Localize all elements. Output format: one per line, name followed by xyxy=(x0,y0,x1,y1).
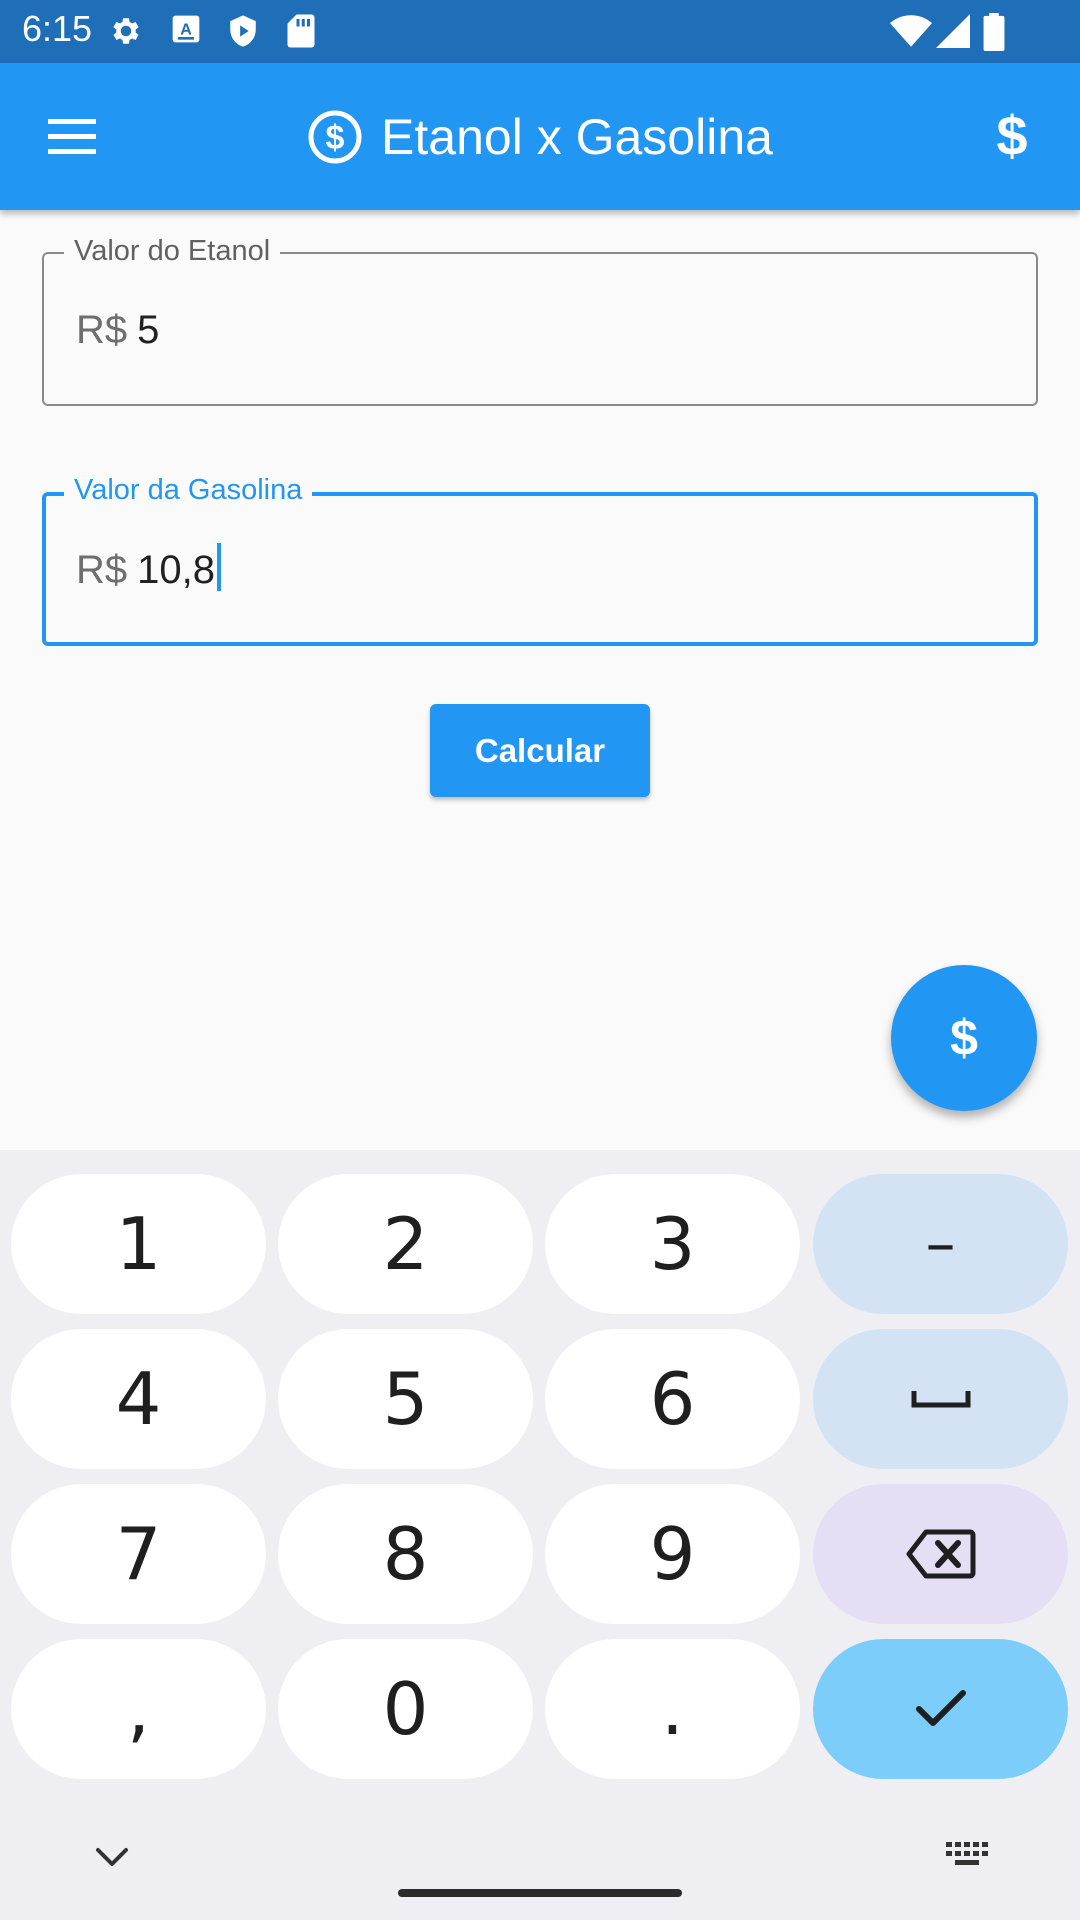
svg-text:$: $ xyxy=(326,119,345,157)
key-6[interactable]: 6 xyxy=(545,1329,800,1469)
key-comma[interactable]: , xyxy=(11,1639,266,1779)
key-0[interactable]: 0 xyxy=(278,1639,533,1779)
key-backspace[interactable] xyxy=(813,1484,1068,1624)
gasolina-label: Valor da Gasolina xyxy=(64,472,313,508)
wifi-icon xyxy=(890,15,932,47)
key-9[interactable]: 9 xyxy=(545,1484,800,1624)
key-5[interactable]: 5 xyxy=(278,1329,533,1469)
key-3[interactable]: 3 xyxy=(545,1174,800,1314)
gasolina-input[interactable]: R$ 10,8 xyxy=(76,542,221,598)
etanol-input[interactable]: R$ 5 xyxy=(76,302,159,358)
key-space[interactable] xyxy=(813,1329,1068,1469)
etanol-value: 5 xyxy=(137,308,160,352)
gasolina-value: 10,8 xyxy=(137,548,215,592)
key-done[interactable] xyxy=(813,1639,1068,1779)
home-indicator[interactable] xyxy=(398,1889,682,1897)
key-minus[interactable]: – xyxy=(813,1174,1068,1314)
dollar-action-button[interactable]: $ xyxy=(982,101,1042,171)
etanol-prefix: R$ xyxy=(76,308,128,352)
key-2[interactable]: 2 xyxy=(278,1174,533,1314)
key-1[interactable]: 1 xyxy=(11,1174,266,1314)
sd-card-icon xyxy=(287,14,315,48)
signal-icon xyxy=(936,14,970,48)
gasolina-field[interactable]: Valor da Gasolina R$ 10,8 xyxy=(42,472,1038,646)
key-7[interactable]: 7 xyxy=(11,1484,266,1624)
chevron-down-icon[interactable] xyxy=(92,1842,132,1872)
gear-icon xyxy=(113,18,139,44)
app-bar: $ Etanol x Gasolina $ xyxy=(0,63,1080,210)
key-4[interactable]: 4 xyxy=(11,1329,266,1469)
svg-text:A: A xyxy=(180,21,192,38)
key-period[interactable]: . xyxy=(545,1639,800,1779)
status-bar: 6:15 A xyxy=(0,0,1080,63)
status-time: 6:15 xyxy=(22,8,93,49)
battery-icon xyxy=(983,13,1005,51)
space-icon xyxy=(911,1391,970,1408)
font-a-icon: A xyxy=(172,15,200,43)
keyboard-icon[interactable] xyxy=(946,1840,990,1870)
etanol-field[interactable]: Valor do Etanol R$ 5 xyxy=(42,233,1038,406)
dollar-fab-button[interactable]: $ xyxy=(891,965,1037,1111)
title-container: $ Etanol x Gasolina xyxy=(0,63,1080,210)
key-8[interactable]: 8 xyxy=(278,1484,533,1624)
etanol-label: Valor do Etanol xyxy=(64,233,281,269)
shield-play-icon xyxy=(230,15,256,47)
check-icon xyxy=(915,1690,966,1726)
backspace-icon xyxy=(906,1529,975,1579)
calculate-button[interactable]: Calcular xyxy=(430,704,650,797)
gasolina-prefix: R$ xyxy=(76,548,128,592)
dollar-circle-icon: $ xyxy=(308,110,362,163)
page-title: Etanol x Gasolina xyxy=(381,108,773,165)
text-cursor xyxy=(217,543,221,591)
